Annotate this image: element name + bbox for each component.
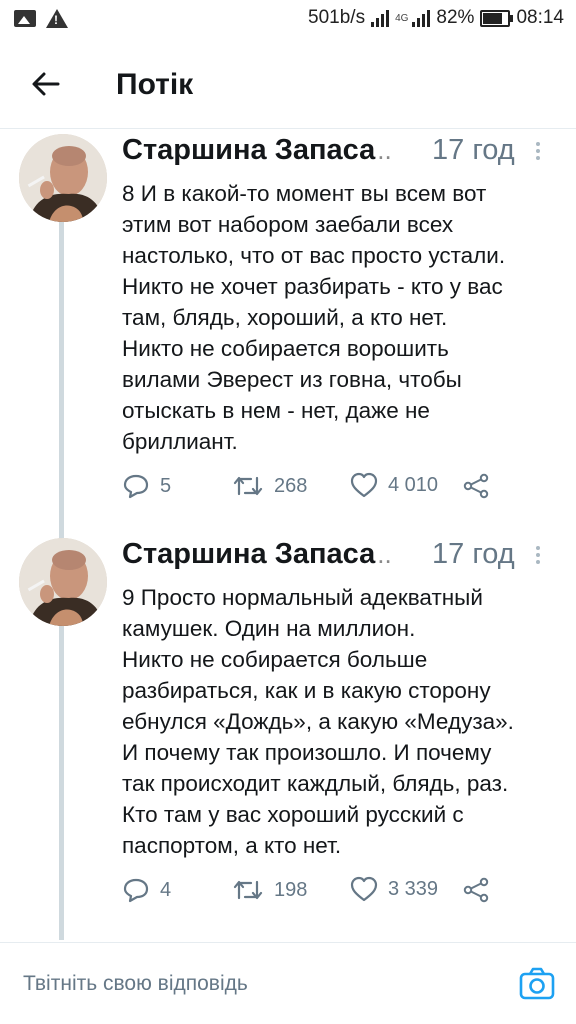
tweet-line: Кто там у вас хороший русский с [122, 802, 464, 827]
name-truncation: .. [377, 135, 392, 165]
tweet-line: настолько, что от вас просто устали. [122, 243, 506, 268]
tweet-header: Старшина Запаса.. 17 год [122, 134, 562, 174]
reply-count: 4 [160, 878, 172, 901]
tweet-line: камушек. Один на миллион. [122, 616, 416, 641]
network-type: 4G [395, 12, 409, 24]
warning-notification-icon: ! [46, 9, 68, 28]
like-count: 3 339 [388, 877, 439, 900]
tweet-time: 17 год [432, 134, 515, 166]
tweet-text: 8 И в какой-то момент вы всем вот этим в… [122, 178, 550, 457]
top-app-bar: Потік [0, 48, 576, 129]
share-button[interactable] [462, 876, 490, 904]
back-arrow-icon[interactable] [28, 66, 64, 102]
author-name[interactable]: Старшина Запаса [122, 134, 375, 166]
reply-button[interactable]: 4 [122, 876, 171, 904]
tweet-line: паспортом, а кто нет. [122, 833, 342, 858]
avatar-photo [19, 538, 107, 626]
retweet-icon [233, 476, 263, 496]
network-speed: 501b/s [308, 7, 366, 28]
battery-percent: 82% [436, 7, 475, 28]
tweet-line: там, блядь, хороший, а кто нет. [122, 305, 448, 330]
status-bar: ! 501b/s 4G 82% 08:14 [0, 0, 576, 40]
author-name[interactable]: Старшина Запаса [122, 538, 375, 570]
tweet-line: 9 Просто нормальный адекватный [122, 585, 483, 610]
tweet-text: 9 Просто нормальный адекватный камушек. … [122, 582, 550, 861]
retweet-count: 198 [274, 878, 308, 901]
tweet-line: бриллиант. [122, 429, 238, 454]
tweet-line: И почему так произошло. И почему [122, 740, 492, 765]
like-count: 4 010 [388, 473, 439, 496]
retweet-count: 268 [274, 474, 308, 497]
tweet-line: Никто не собирается ворошить [122, 336, 449, 361]
tweet-line: отыскать в нем - нет, даже не [122, 398, 430, 423]
retweet-button[interactable]: 268 [232, 472, 307, 500]
reply-icon [123, 878, 149, 903]
tweet-actions: 4 198 3 339 [122, 876, 562, 912]
share-button[interactable] [462, 472, 490, 500]
avatar[interactable] [19, 538, 107, 626]
gallery-notification-icon [14, 10, 36, 27]
reply-count: 5 [160, 474, 172, 497]
avatar[interactable] [19, 134, 107, 222]
like-button[interactable]: 4 010 [350, 472, 438, 498]
tweet-line: ебнулся «Дождь», а какую «Медуза». [122, 709, 514, 734]
avatar-photo [19, 134, 107, 222]
reply-input[interactable]: Твітніть свою відповідь [23, 972, 248, 996]
tweet-header: Старшина Запаса.. 17 год [122, 538, 562, 578]
tweet-line: 8 И в какой-то момент вы всем вот [122, 181, 487, 206]
like-button[interactable]: 3 339 [350, 876, 438, 902]
tweet-line: разбираться, как и в какую сторону [122, 678, 491, 703]
tweet-line: так происходит каждлый, блядь, раз. [122, 771, 509, 796]
heart-icon [350, 876, 378, 902]
status-left: ! [14, 9, 68, 28]
retweet-button[interactable]: 198 [232, 876, 307, 904]
reply-button[interactable]: 5 [122, 472, 171, 500]
retweet-icon [233, 880, 263, 900]
heart-icon [350, 472, 378, 498]
tweet-line: Никто не собирается больше [122, 647, 428, 672]
tweet-actions: 5 268 4 010 [122, 472, 562, 508]
status-right: 501b/s 4G 82% 08:14 [308, 7, 564, 29]
share-icon [463, 473, 489, 499]
name-truncation: .. [377, 539, 392, 569]
signal-1-icon [371, 9, 390, 27]
battery-icon [480, 9, 514, 27]
tweet-line: этим вот набором заебали всех [122, 212, 454, 237]
tweet-line: вилами Эверест из говна, чтобы [122, 367, 462, 392]
clock: 08:14 [516, 7, 564, 28]
share-icon [463, 877, 489, 903]
signal-2-icon [412, 9, 431, 27]
more-options-icon[interactable] [536, 142, 542, 164]
tweet-time: 17 год [432, 538, 515, 570]
page-title: Потік [116, 68, 194, 101]
camera-icon[interactable] [518, 966, 556, 1002]
reply-icon [123, 474, 149, 499]
reply-bar-divider [0, 942, 576, 943]
more-options-icon[interactable] [536, 546, 542, 568]
tweet-line: Никто не хочет разбирать - кто у вас [122, 274, 503, 299]
